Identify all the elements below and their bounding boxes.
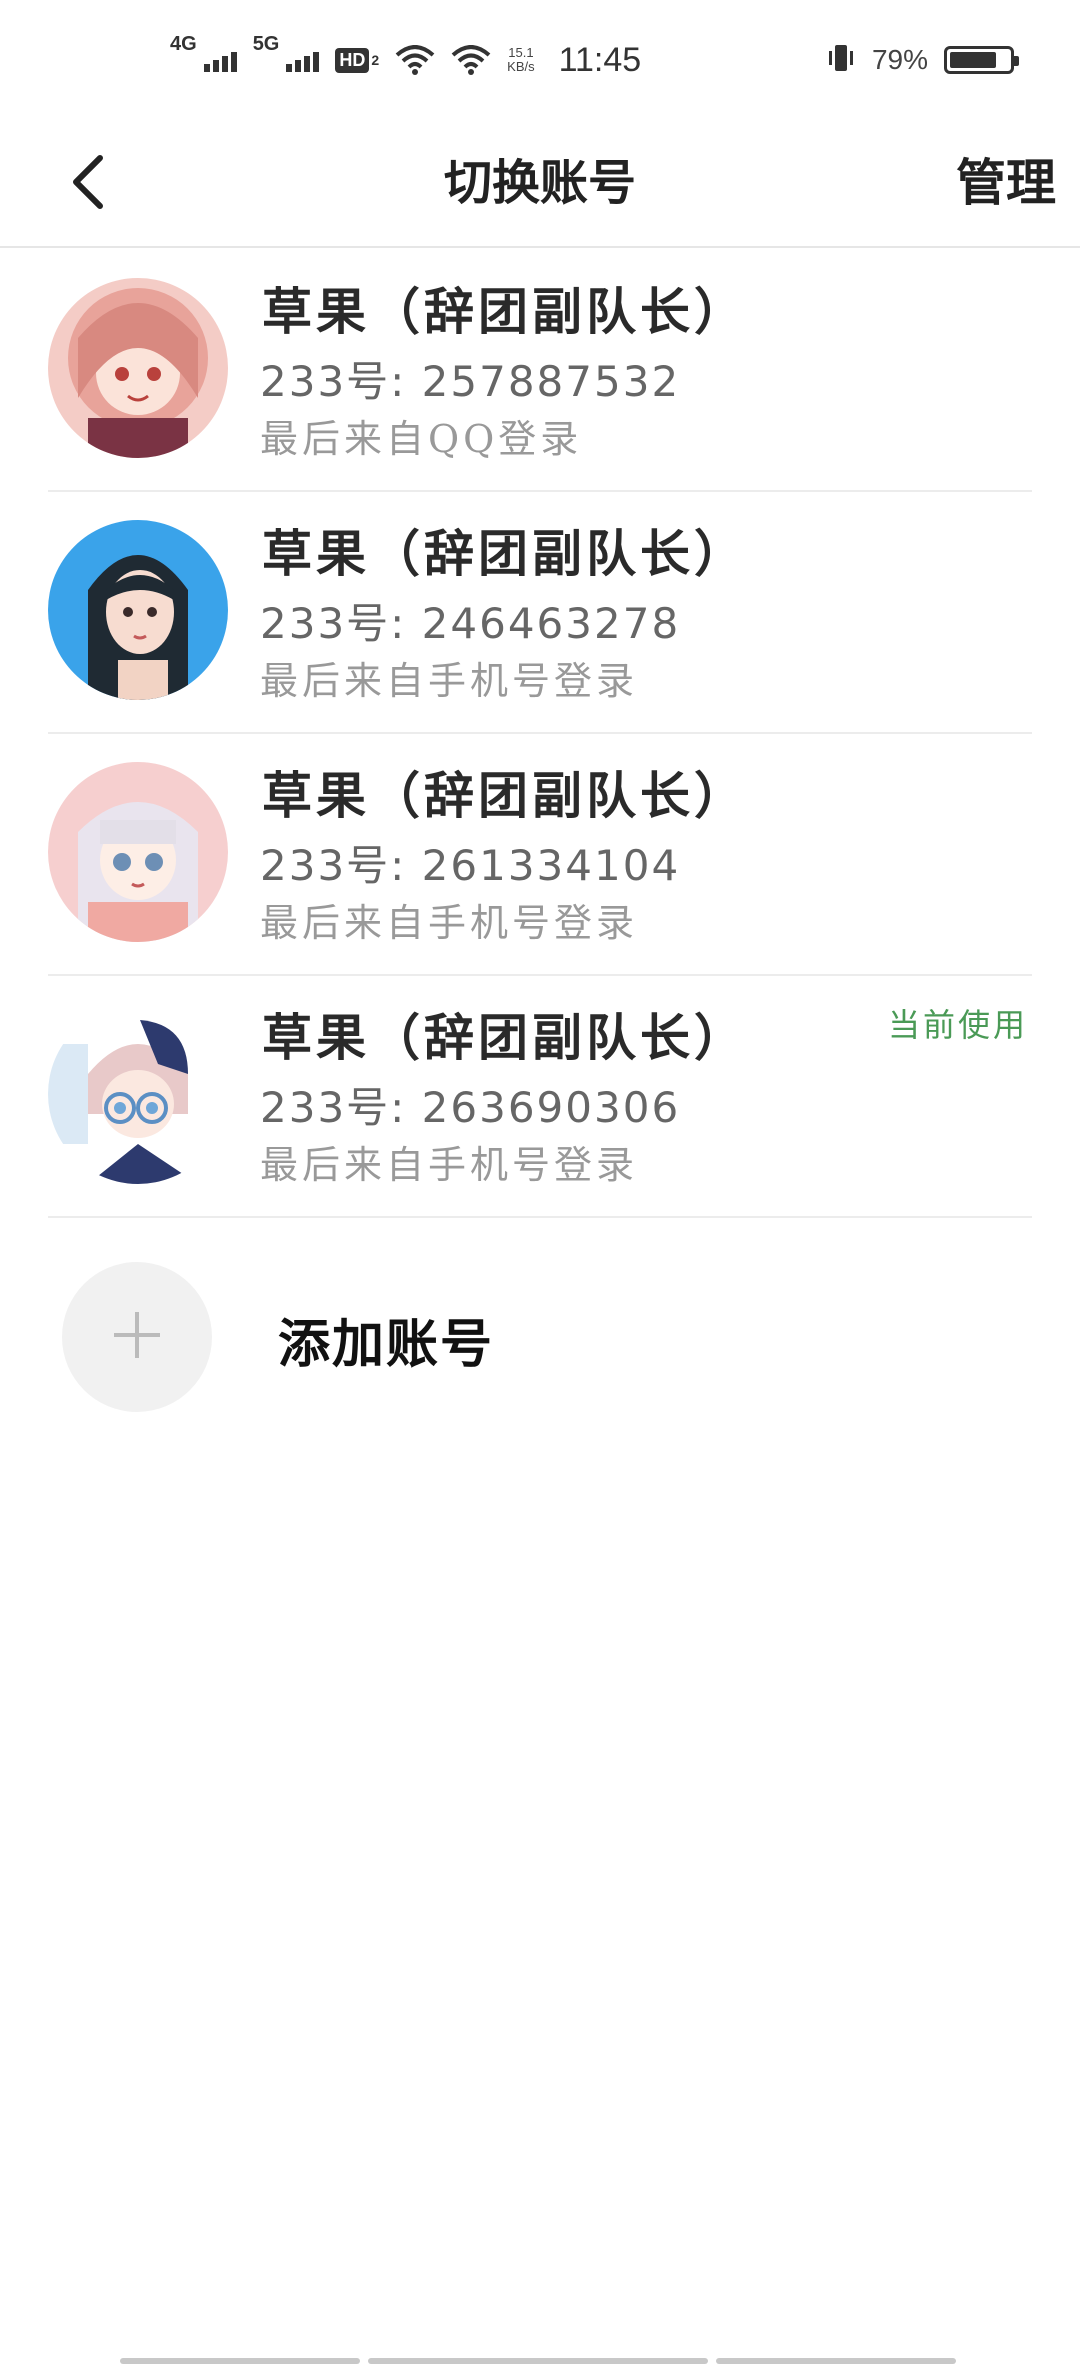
current-account-badge: 当前使用	[887, 1006, 1028, 1044]
network-type-2: 5G	[252, 32, 280, 55]
signal-5g: 5G	[253, 33, 320, 72]
account-item[interactable]: 草果（辞团副队长） 233号: 263690306 最后来自手机号登录 当前使用	[48, 976, 1032, 1218]
account-id: 233号: 261334104	[260, 841, 681, 890]
page-title: 切换账号	[443, 155, 636, 211]
hd-label: HD	[335, 47, 370, 73]
account-login-source: 最后来自手机号登录	[260, 1143, 639, 1187]
vibrate-icon	[826, 42, 856, 78]
account-item[interactable]: 草果（辞团副队长） 233号: 246463278 最后来自手机号登录	[48, 492, 1032, 734]
battery-icon	[944, 46, 1019, 74]
signal-4g: 4G	[170, 33, 237, 72]
battery-percent: 79%	[871, 44, 928, 75]
account-login-source: 最后来自手机号登录	[260, 659, 639, 703]
signal-bars-icon	[203, 51, 237, 72]
add-account-circle	[62, 1262, 212, 1412]
avatar	[48, 762, 228, 942]
status-bar: 4G 5G HD 2 15.1 KB/s 11:45 79%	[0, 0, 1080, 120]
account-name: 草果（辞团副队长）	[262, 282, 748, 341]
account-name: 草果（辞团副队长）	[262, 766, 748, 825]
account-id: 233号: 263690306	[260, 1083, 681, 1132]
wifi-icon	[395, 45, 435, 75]
avatar	[48, 1004, 228, 1184]
gesture-bar[interactable]	[120, 2358, 960, 2364]
account-list: 草果（辞团副队长） 233号: 257887532 最后来自QQ登录 草果（辞团…	[0, 250, 1080, 1218]
add-account-button[interactable]: 添加账号	[62, 1262, 762, 1412]
hd-sub: 2	[371, 52, 380, 68]
status-left: 4G 5G HD 2 15.1 KB/s 11:45	[170, 33, 642, 80]
header-bar: 切换账号 管理	[0, 120, 1080, 248]
wifi-plus-icon	[451, 45, 491, 75]
account-id: 233号: 257887532	[260, 357, 681, 406]
account-name: 草果（辞团副队长）	[262, 524, 748, 583]
hd-badge: HD 2	[335, 47, 380, 73]
avatar	[48, 278, 228, 458]
network-type-1: 4G	[170, 32, 197, 55]
account-login-source: 最后来自手机号登录	[260, 901, 639, 945]
account-name: 草果（辞团副队长）	[262, 1008, 748, 1067]
account-item[interactable]: 草果（辞团副队长） 233号: 261334104 最后来自手机号登录	[48, 734, 1032, 976]
speed-value: 15.1	[508, 45, 534, 60]
battery-fill	[950, 52, 996, 68]
signal-bars-icon	[286, 51, 320, 72]
status-right: 79%	[826, 42, 1019, 78]
add-account-label: 添加账号	[278, 1314, 495, 1375]
account-item[interactable]: 草果（辞团副队长） 233号: 257887532 最后来自QQ登录	[48, 250, 1032, 492]
speed-unit: KB/s	[507, 59, 535, 74]
network-speed: 15.1 KB/s	[507, 46, 534, 74]
manage-button[interactable]: 管理	[956, 120, 1056, 246]
account-id: 233号: 246463278	[260, 599, 681, 648]
account-login-source: 最后来自QQ登录	[260, 417, 583, 461]
avatar	[48, 520, 228, 700]
clock: 11:45	[558, 40, 642, 79]
plus-icon	[112, 1310, 162, 1364]
